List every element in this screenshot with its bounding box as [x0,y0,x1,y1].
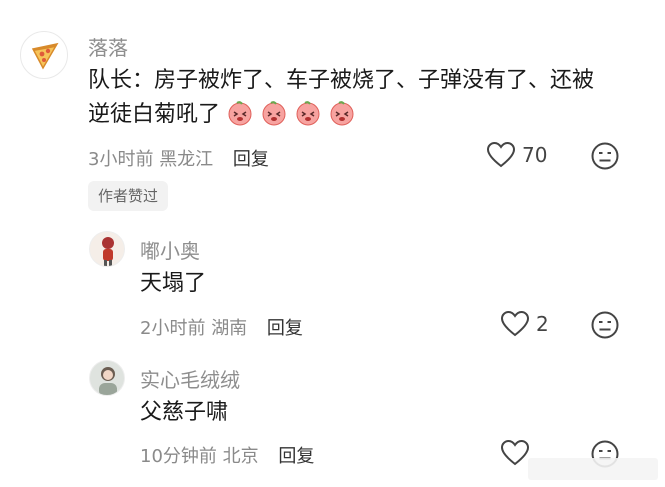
reply-username[interactable]: 嘟小奥 [140,235,200,264]
reply-button[interactable]: 回复 [267,318,303,339]
heart-icon [500,439,530,466]
like-button[interactable]: 2 [500,310,549,338]
watermark [528,458,658,480]
crying-peach-emoji-icon [296,101,320,126]
like-count: 70 [522,143,548,167]
person-avatar-icon [90,361,124,395]
dislike-face-icon[interactable] [590,141,620,171]
reply-avatar[interactable] [89,231,125,267]
reply-username[interactable]: 实心毛绒绒 [140,364,240,393]
author-liked-badge: 作者赞过 [88,181,169,211]
comment-meta: 3小时前 黑龙江 回复 [88,145,269,171]
reply-meta: 2小时前 湖南 回复 [140,314,303,340]
heart-icon [500,310,530,337]
reply-button[interactable]: 回复 [278,446,314,467]
reply-location: 湖南 [211,318,248,339]
reply-text: 天塌了 [140,271,207,296]
person-avatar-icon [90,232,124,266]
emoji-group [227,101,356,127]
comment-text-line2-content: 逆徒白菊吼了 [88,102,221,127]
heart-icon [486,141,516,168]
crying-peach-emoji-icon [262,101,286,126]
pizza-icon [31,42,59,70]
reply-meta: 10分钟前 北京 回复 [140,442,314,468]
like-button[interactable]: 70 [486,141,547,169]
reply-time: 10分钟前 [140,446,217,467]
reply-time: 2小时前 [140,318,206,339]
dislike-face-icon[interactable] [590,310,620,340]
reply-location: 北京 [222,446,259,467]
comment-time: 3小时前 [88,149,154,170]
reply-button[interactable]: 回复 [233,149,269,170]
reply-avatar[interactable] [89,360,125,396]
like-count: 2 [536,312,549,336]
crying-peach-emoji-icon [228,101,252,126]
comment-location: 黑龙江 [159,149,214,170]
crying-peach-emoji-icon [330,101,354,126]
comment-text-line1: 队长：房子被炸了、车子被烧了、子弹没有了、还被 [88,68,595,93]
reply-text: 父慈子啸 [140,400,229,425]
comment-username[interactable]: 落落 [88,32,128,61]
avatar[interactable] [20,31,68,79]
comment-text-line2: 逆徒白菊吼了 [88,98,356,132]
